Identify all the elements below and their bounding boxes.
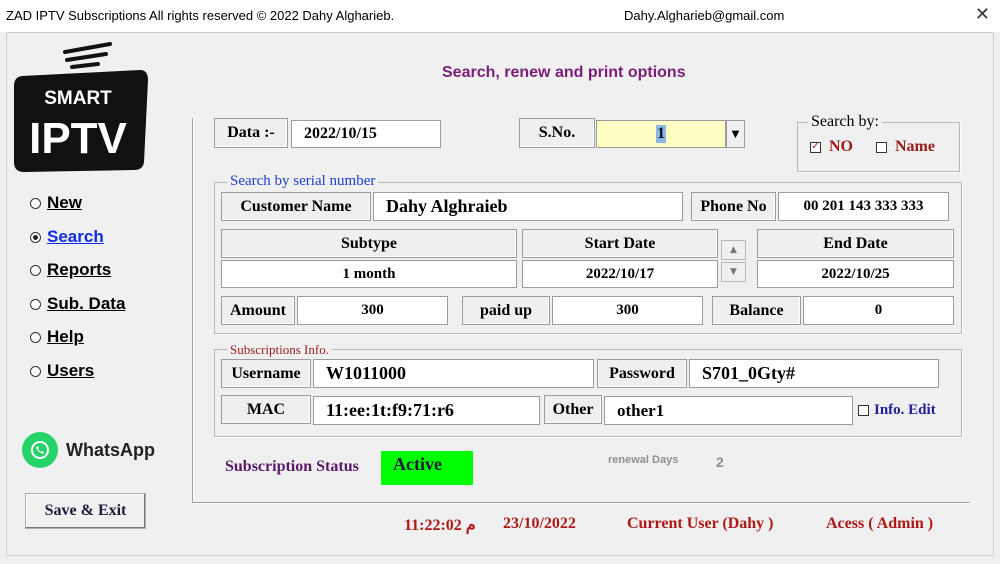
search-by-group: Search by: ✓ NO Name: [797, 113, 960, 172]
footer-current-user: Current User (Dahy ): [627, 515, 774, 532]
sno-value: 1: [656, 125, 666, 143]
phone-label: Phone No: [691, 192, 776, 221]
spin-up-button[interactable]: ▲: [721, 240, 746, 260]
nav-link-sub-data[interactable]: Sub. Data: [47, 294, 125, 314]
footer-access: Acess ( Admin ): [826, 515, 934, 532]
info-edit-option[interactable]: Info. Edit: [858, 402, 936, 419]
logo-line2: IPTV: [29, 114, 127, 163]
footer-date: 23/10/2022: [503, 515, 576, 532]
search-by-no-label: NO: [829, 138, 853, 155]
vertical-divider: [192, 118, 194, 502]
footer-time: 11:22:02 م: [404, 517, 476, 534]
amount-label: Amount: [221, 296, 295, 325]
subscriptions-info-legend: Subscriptions Info.: [227, 342, 332, 358]
phone-field[interactable]: 00 201 143 333 333: [778, 192, 949, 221]
start-date-field[interactable]: 2022/10/17: [522, 260, 718, 288]
amount-field[interactable]: 300: [297, 296, 448, 325]
whatsapp-label: WhatsApp: [66, 439, 155, 460]
nav-link-search[interactable]: Search: [47, 227, 104, 247]
search-by-name-label: Name: [895, 138, 935, 155]
sno-select[interactable]: 1: [596, 120, 726, 148]
horizontal-divider: [192, 502, 970, 504]
paid-up-field[interactable]: 300: [552, 296, 703, 325]
other-label: Other: [544, 395, 602, 424]
nav-radio-sub-data[interactable]: [30, 298, 41, 310]
search-by-name-checkbox[interactable]: [876, 141, 887, 153]
balance-field[interactable]: 0: [803, 296, 954, 325]
save-exit-button[interactable]: Save & Exit: [25, 493, 146, 529]
mac-field[interactable]: 11:ee:1t:f9:71:r6: [313, 396, 540, 425]
nav-link-reports[interactable]: Reports: [47, 260, 111, 280]
subscription-status-label: Subscription Status: [225, 458, 359, 475]
window-email: Dahy.Algharieb@gmail.com: [624, 8, 785, 23]
nav-item-users[interactable]: Users: [30, 361, 94, 381]
smart-iptv-logo: SMART IPTV: [10, 40, 150, 172]
mac-label: MAC: [221, 395, 311, 424]
nav-item-sub-data[interactable]: Sub. Data: [30, 294, 125, 314]
balance-label: Balance: [712, 296, 801, 325]
customer-name-label: Customer Name: [221, 192, 371, 221]
nav-link-help[interactable]: Help: [47, 327, 84, 347]
search-by-name-option[interactable]: Name: [876, 138, 935, 156]
nav-link-new[interactable]: New: [47, 193, 82, 213]
info-edit-label: Info. Edit: [874, 402, 936, 418]
paid-up-label: paid up: [462, 296, 550, 325]
date-label: Data :-: [214, 118, 288, 148]
whatsapp-link[interactable]: WhatsApp: [22, 432, 155, 468]
nav-item-reports[interactable]: Reports: [30, 260, 111, 280]
subtype-field[interactable]: 1 month: [221, 260, 517, 288]
renewal-days-label: renewal Days: [608, 454, 679, 466]
subtype-label: Subtype: [221, 229, 517, 258]
chevron-down-icon: ▼: [731, 128, 740, 140]
serial-group-legend: Search by serial number: [227, 173, 379, 190]
end-date-label: End Date: [757, 229, 954, 258]
arrow-down-icon: ▼: [730, 267, 737, 277]
page-heading: Search, renew and print options: [442, 64, 686, 81]
start-date-label: Start Date: [522, 229, 718, 258]
nav-item-search[interactable]: Search: [30, 227, 104, 247]
nav-item-help[interactable]: Help: [30, 327, 84, 347]
end-date-field[interactable]: 2022/10/25: [757, 260, 954, 288]
nav-radio-users[interactable]: [30, 365, 41, 377]
customer-name-field[interactable]: Dahy Alghraieb: [373, 192, 683, 221]
title-bar: ZAD IPTV Subscriptions All rights reserv…: [0, 0, 1000, 32]
password-label: Password: [597, 359, 687, 388]
nav-link-users[interactable]: Users: [47, 361, 94, 381]
username-label: Username: [221, 359, 311, 388]
sno-dropdown-button[interactable]: ▼: [726, 120, 745, 148]
search-by-legend: Search by:: [808, 113, 882, 131]
logo-line1: SMART: [44, 88, 112, 109]
nav-radio-help[interactable]: [30, 331, 41, 343]
nav-item-new[interactable]: New: [30, 193, 82, 213]
nav-radio-new[interactable]: [30, 197, 41, 209]
search-by-no-checkbox[interactable]: ✓: [810, 141, 821, 153]
sno-label: S.No.: [519, 118, 595, 148]
nav-radio-search[interactable]: [30, 231, 41, 243]
nav-radio-reports[interactable]: [30, 264, 41, 276]
subscription-status-value: Active: [381, 451, 473, 485]
password-field[interactable]: S701_0Gty#: [689, 359, 939, 388]
arrow-up-icon: ▲: [730, 245, 737, 255]
username-field[interactable]: W1011000: [313, 359, 594, 388]
info-edit-checkbox[interactable]: [858, 405, 869, 416]
search-by-no-option[interactable]: ✓ NO: [810, 138, 853, 156]
renewal-days-value: 2: [716, 454, 724, 470]
window-title: ZAD IPTV Subscriptions All rights reserv…: [6, 8, 395, 23]
close-icon[interactable]: ✕: [975, 4, 990, 25]
date-field[interactable]: 2022/10/15: [291, 120, 441, 148]
spin-down-button[interactable]: ▼: [721, 262, 746, 282]
whatsapp-icon: [22, 432, 58, 468]
other-field[interactable]: other1: [604, 396, 853, 425]
